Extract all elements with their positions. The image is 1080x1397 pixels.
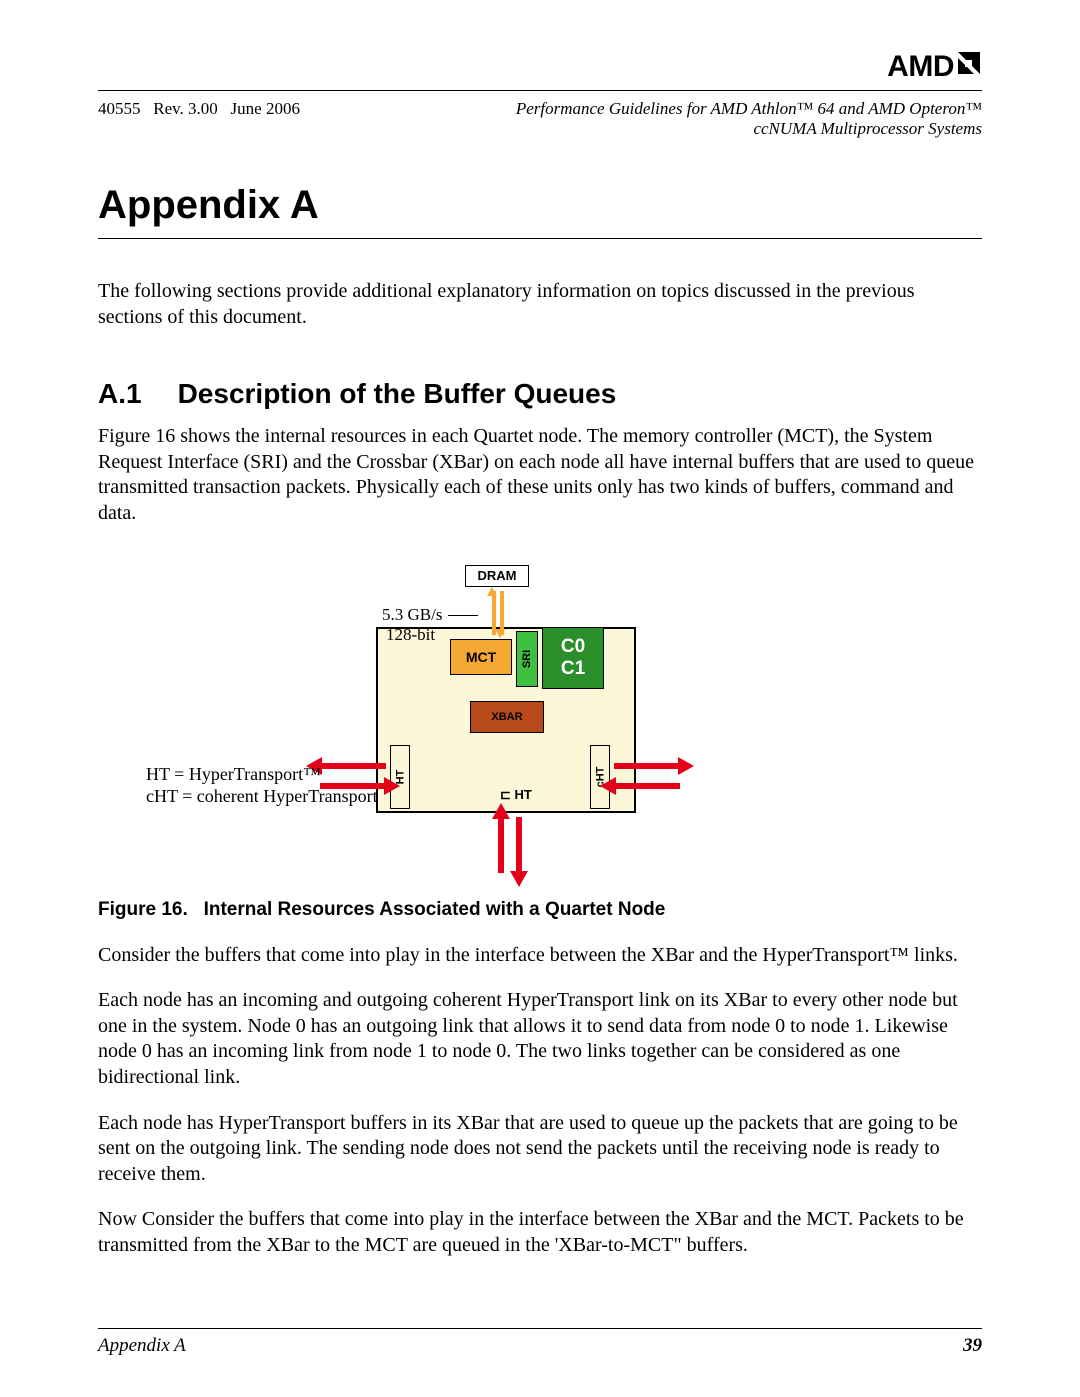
sri-label: SRI xyxy=(521,649,533,667)
figure-16: DRAM 5.3 GB/s 128-bit MCT SRI C0 C1 XBAR… xyxy=(98,565,982,885)
figure-legend: HT = HyperTransport™ cHT = coherent Hype… xyxy=(146,764,378,807)
doc-id: 40555 xyxy=(98,99,141,118)
figure-number: Figure 16. xyxy=(98,899,188,920)
annot-128bit: 128-bit xyxy=(386,625,435,645)
mct-box: MCT xyxy=(450,639,512,675)
annot-leader xyxy=(448,615,478,616)
footer-pagenum: 39 xyxy=(963,1335,982,1357)
doc-title-line2: ccNUMA Multiprocessor Systems xyxy=(516,119,982,139)
core-c1: C1 xyxy=(561,658,585,680)
legend-cht: cHT = coherent HyperTransport xyxy=(146,786,378,808)
body-p3: Each node has an incoming and outgoing c… xyxy=(98,988,982,1090)
appendix-rule xyxy=(98,238,982,239)
amd-logo: AMD xyxy=(887,50,982,84)
arrow-bottom-down xyxy=(516,817,522,873)
arrowhead-left-out xyxy=(384,777,400,795)
dram-arrow-down xyxy=(495,629,505,638)
amd-arrow-icon xyxy=(956,50,982,84)
dram-arrow-up xyxy=(487,587,497,596)
arrow-bottom-up xyxy=(498,817,504,873)
appendix-intro: The following sections provide additiona… xyxy=(98,279,982,330)
cht-bottom-label: ⊏ HT xyxy=(500,787,532,803)
page-footer: Appendix A 39 xyxy=(98,1328,982,1357)
doc-rev: Rev. 3.00 xyxy=(153,99,218,118)
arrowhead-bottom-up xyxy=(492,803,510,819)
core-c0: C0 xyxy=(561,636,585,658)
figure-caption: Figure 16. Internal Resources Associated… xyxy=(98,899,982,921)
arrow-right-in xyxy=(614,783,680,789)
header-rule xyxy=(98,90,982,91)
footer-section: Appendix A xyxy=(98,1335,186,1357)
body-p4: Each node has HyperTransport buffers in … xyxy=(98,1111,982,1188)
appendix-heading: Appendix A xyxy=(98,183,982,228)
body-p2: Consider the buffers that come into play… xyxy=(98,943,982,969)
arrowhead-right-in xyxy=(600,777,616,795)
header-meta: 40555 Rev. 3.00 June 2006 Performance Gu… xyxy=(98,99,982,139)
section-number: A.1 xyxy=(98,378,142,410)
arrow-right-out xyxy=(614,763,680,769)
arrowhead-bottom-down xyxy=(510,871,528,887)
dram-box: DRAM xyxy=(465,565,529,587)
section-p1: Figure 16 shows the internal resources i… xyxy=(98,424,982,526)
figure-caption-text: Internal Resources Associated with a Qua… xyxy=(204,899,666,920)
xbar-box: XBAR xyxy=(470,701,544,733)
body-p5: Now Consider the buffers that come into … xyxy=(98,1207,982,1258)
arrowhead-right-out xyxy=(678,757,694,775)
doc-date: June 2006 xyxy=(231,99,300,118)
cores-box: C0 C1 xyxy=(542,627,604,689)
legend-ht: HT = HyperTransport™ xyxy=(146,764,378,786)
section-heading: A.1 Description of the Buffer Queues xyxy=(98,378,982,410)
amd-logo-text: AMD xyxy=(887,50,954,84)
annot-gbs: 5.3 GB/s xyxy=(382,605,442,625)
doc-title-line1: Performance Guidelines for AMD Athlon™ 6… xyxy=(516,99,982,119)
section-title: Description of the Buffer Queues xyxy=(178,378,617,409)
sri-box: SRI xyxy=(516,631,538,687)
